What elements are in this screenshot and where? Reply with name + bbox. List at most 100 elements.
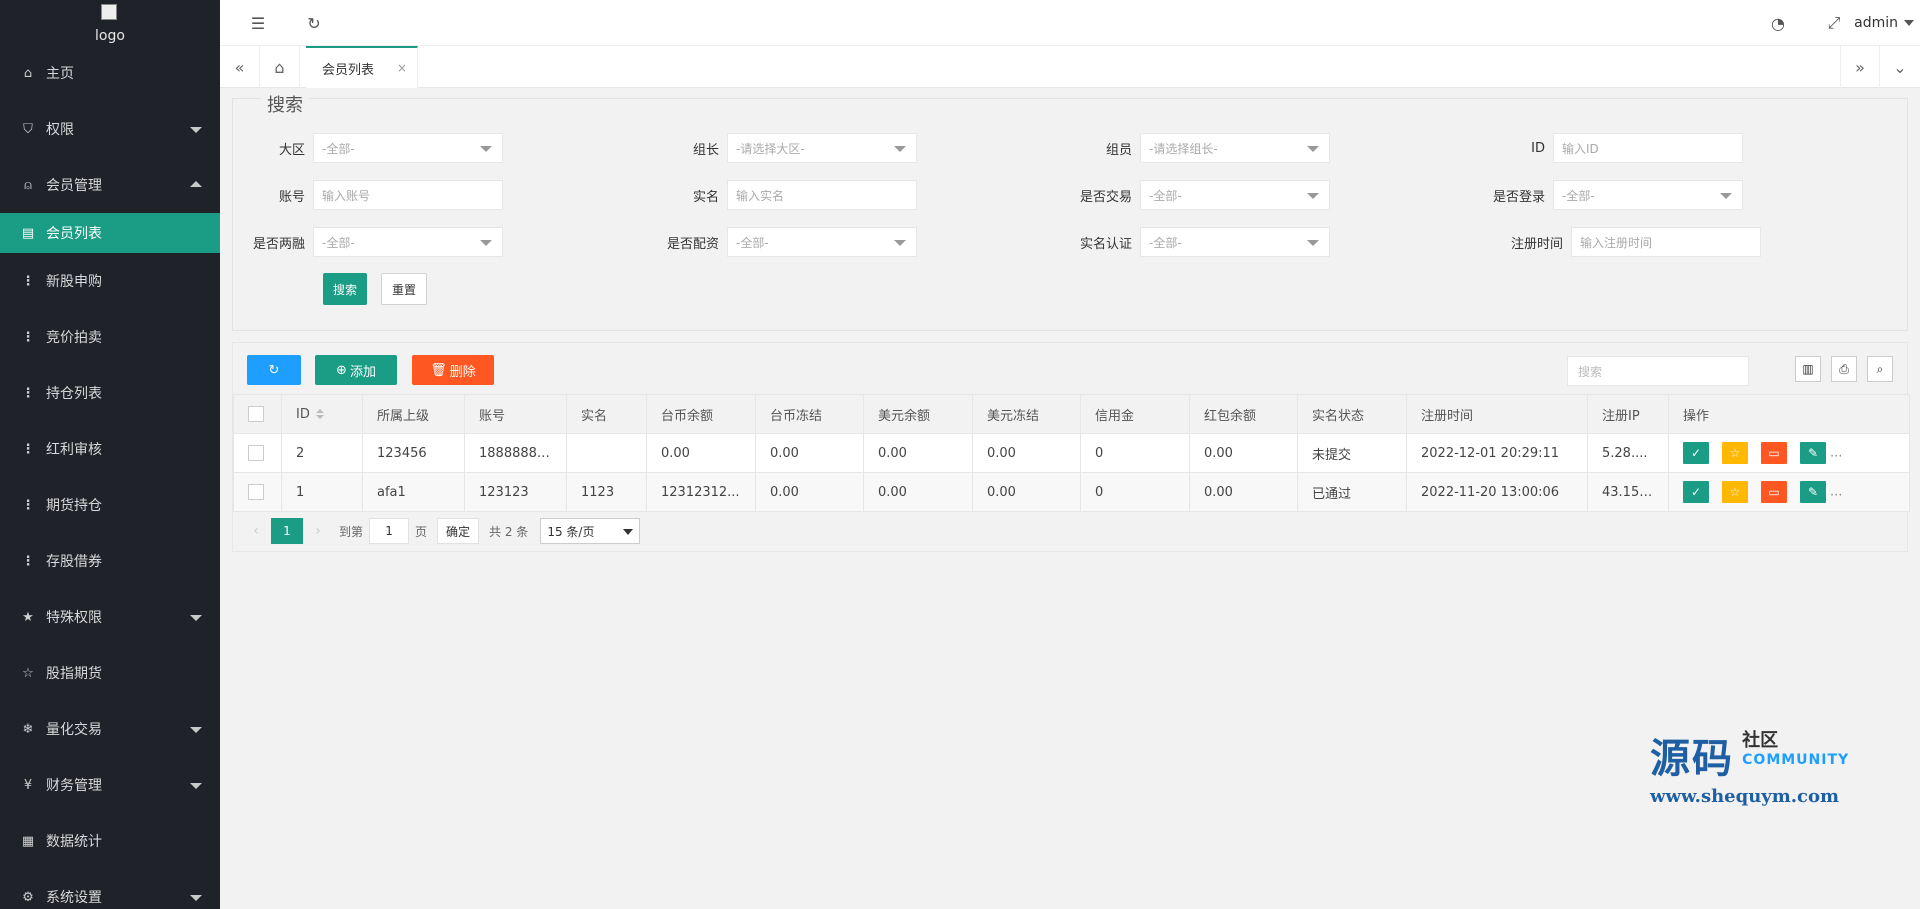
- sort-icon[interactable]: [315, 409, 324, 419]
- sidebar-item-label: 量化交易: [46, 722, 102, 738]
- sidebar-item-statistics[interactable]: ▦ 数据统计: [0, 813, 220, 869]
- cell-regip: 5.28....: [1587, 433, 1669, 473]
- header-credit: 信用金: [1080, 394, 1190, 434]
- sidebar-item-positions[interactable]: ⋮ 持仓列表: [0, 365, 220, 421]
- refresh-button[interactable]: ↻: [247, 355, 301, 385]
- trash-icon: 🗑: [430, 362, 447, 378]
- sidebar-item-dividend-review[interactable]: ⋮ 红利审核: [0, 421, 220, 477]
- cell-regip: 43.15....: [1587, 472, 1669, 512]
- approve-button[interactable]: ✓: [1683, 481, 1709, 503]
- sidebar-item-futures-positions[interactable]: ⋮ 期货持仓: [0, 477, 220, 533]
- current-page[interactable]: 1: [271, 518, 303, 544]
- more-actions[interactable]: ...: [1830, 446, 1842, 461]
- trade-select[interactable]: -全部-: [1140, 180, 1330, 210]
- pencil-icon: ✎: [1807, 485, 1819, 499]
- sidebar-item-settings[interactable]: ⚙ 系统设置: [0, 869, 220, 909]
- search-button[interactable]: 搜索: [323, 273, 367, 305]
- field-label: 组员: [1105, 142, 1132, 158]
- chevron-down-icon: [190, 783, 202, 789]
- tabs-scroll-right-icon[interactable]: »: [1840, 46, 1880, 88]
- field-account: 账号 输入账号: [241, 180, 503, 210]
- margin-select[interactable]: -全部-: [313, 227, 503, 257]
- select-value: -全部-: [322, 235, 355, 250]
- edit-button[interactable]: ✎: [1800, 442, 1826, 464]
- table-row: 1 afa1 123123 1123 12312312... 0.00 0.00…: [233, 472, 1910, 512]
- page-input[interactable]: 1: [369, 518, 410, 544]
- sidebar-item-finance[interactable]: ¥ 财务管理: [0, 757, 220, 813]
- view-button[interactable]: ▭: [1761, 481, 1787, 503]
- sidebar-item-quant-trading[interactable]: ❄ 量化交易: [0, 701, 220, 757]
- dots-icon: ⋮: [21, 497, 35, 513]
- watermark-big-text: 源码: [1650, 735, 1734, 782]
- print-icon[interactable]: ⎙: [1831, 356, 1857, 382]
- select-value: 15 条/页: [547, 524, 595, 539]
- star-outline-icon: ☆: [22, 665, 34, 681]
- home-tab-icon[interactable]: ⌂: [260, 46, 300, 88]
- add-button[interactable]: ⊕ 添加: [315, 355, 397, 385]
- fullscreen-icon[interactable]: ⤢: [1814, 0, 1854, 46]
- sidebar-item-home[interactable]: ⌂ 主页: [0, 45, 220, 101]
- sidebar-item-label: 红利审核: [46, 442, 102, 458]
- calendar-icon: ▦: [21, 833, 35, 849]
- tab-member-list[interactable]: 会员列表 ×: [306, 46, 418, 88]
- watermark-url: www.shequym.com: [1650, 786, 1840, 807]
- sidebar-item-special-permission[interactable]: ★ 特殊权限: [0, 589, 220, 645]
- select-all-checkbox[interactable]: [248, 406, 264, 422]
- theme-palette-icon[interactable]: ◔: [1758, 0, 1798, 46]
- cell-twd-frozen: 0.00: [755, 433, 864, 473]
- reset-button[interactable]: 重置: [381, 273, 427, 305]
- id-input[interactable]: 输入ID: [1553, 133, 1743, 163]
- doc-icon: ▤: [21, 225, 35, 241]
- favorite-button[interactable]: ☆: [1722, 442, 1748, 464]
- dots-icon: ⋮: [21, 329, 35, 345]
- sidebar-item-label: 权限: [46, 122, 74, 138]
- leader-select[interactable]: -请选择大区-: [727, 133, 917, 163]
- dots-icon: ⋮: [21, 385, 35, 401]
- delete-button[interactable]: 🗑 删除: [412, 355, 494, 385]
- sidebar-item-permission[interactable]: ⛉ 权限: [0, 101, 220, 157]
- collapse-menu-icon[interactable]: ☰: [238, 0, 278, 46]
- sidebar-item-auction[interactable]: ⋮ 竞价拍卖: [0, 309, 220, 365]
- header-id[interactable]: ID: [281, 394, 363, 434]
- header-regip: 注册IP: [1587, 394, 1669, 434]
- refresh-icon[interactable]: ↻: [294, 0, 334, 46]
- realname-input[interactable]: 输入实名: [727, 180, 917, 210]
- cell-actions: ✓ ☆ ▭ ✎...: [1668, 472, 1910, 512]
- cell-verify-status: 未提交: [1297, 433, 1407, 473]
- goto-confirm-button[interactable]: 确定: [437, 518, 480, 544]
- sidebar-item-label: 会员列表: [46, 226, 102, 242]
- next-page-icon[interactable]: ›: [303, 523, 333, 539]
- sidebar-item-label: 竞价拍卖: [46, 330, 102, 346]
- approve-button[interactable]: ✓: [1683, 442, 1709, 464]
- verify-select[interactable]: -全部-: [1140, 227, 1330, 257]
- sidebar-item-label: 财务管理: [46, 778, 102, 794]
- funding-select[interactable]: -全部-: [727, 227, 917, 257]
- row-checkbox[interactable]: [248, 484, 264, 500]
- sidebar-item-index-futures[interactable]: ☆ 股指期货: [0, 645, 220, 701]
- sidebar-item-member-management[interactable]: ⍝ 会员管理: [0, 157, 220, 213]
- login-select[interactable]: -全部-: [1553, 180, 1743, 210]
- tabs-scroll-left-icon[interactable]: «: [220, 46, 260, 88]
- sidebar-item-ipo[interactable]: ⋮ 新股申购: [0, 253, 220, 309]
- edit-button[interactable]: ✎: [1800, 481, 1826, 503]
- page-size-select[interactable]: 15 条/页: [540, 518, 641, 544]
- prev-page-icon[interactable]: ‹: [241, 523, 271, 539]
- member-select[interactable]: -请选择组长-: [1140, 133, 1330, 163]
- region-select[interactable]: -全部-: [313, 133, 503, 163]
- close-icon[interactable]: ×: [397, 61, 407, 75]
- admin-menu[interactable]: admin: [1854, 0, 1920, 46]
- sidebar-item-stock-lending[interactable]: ⋮ 存股借券: [0, 533, 220, 589]
- row-checkbox[interactable]: [248, 445, 264, 461]
- search-icon[interactable]: ⌕: [1867, 356, 1893, 382]
- more-actions[interactable]: ...: [1830, 485, 1842, 500]
- tabs-dropdown-icon[interactable]: ⌄: [1880, 46, 1920, 88]
- account-input[interactable]: 输入账号: [313, 180, 503, 210]
- input-placeholder: 输入注册时间: [1580, 235, 1653, 250]
- favorite-button[interactable]: ☆: [1722, 481, 1748, 503]
- sidebar-item-member-list[interactable]: ▤ 会员列表: [0, 213, 220, 253]
- table-search-input[interactable]: 搜索: [1567, 356, 1749, 386]
- table-panel: ↻ ⊕ 添加 🗑 删除 搜索 ▥ ⎙ ⌕ ID 所属上级 账号 实名 台币余额 …: [232, 342, 1910, 552]
- regtime-input[interactable]: 输入注册时间: [1571, 227, 1761, 257]
- view-button[interactable]: ▭: [1761, 442, 1787, 464]
- columns-filter-icon[interactable]: ▥: [1795, 356, 1821, 382]
